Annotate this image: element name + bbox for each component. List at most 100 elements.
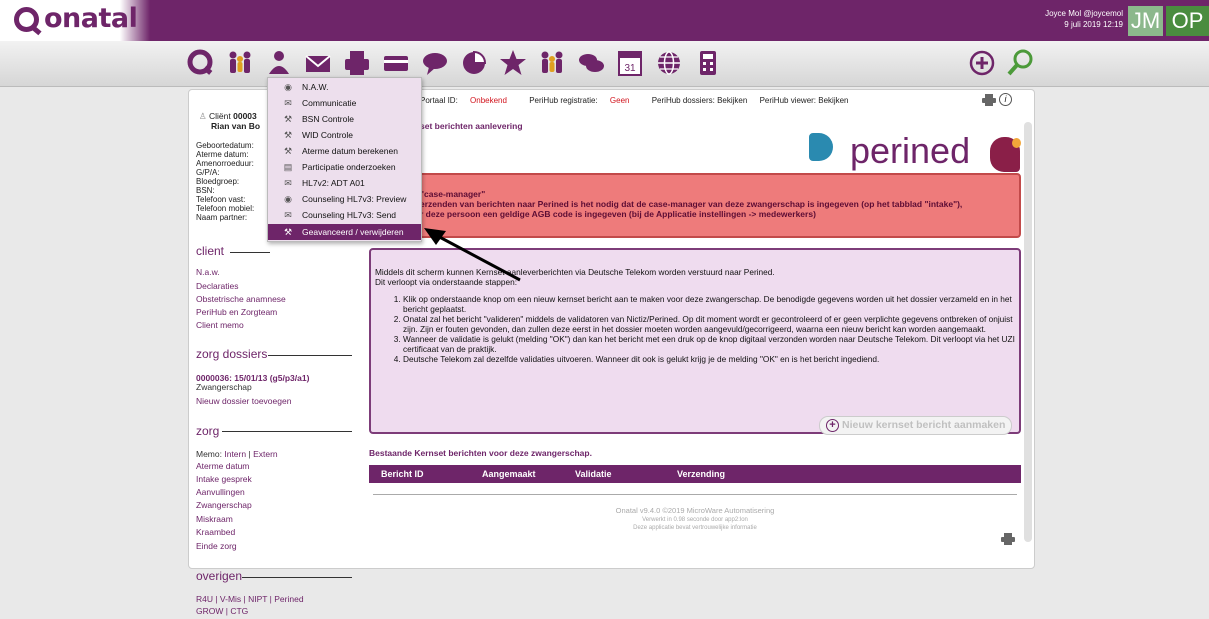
footer-timing: Verwerkt in 0.98 seconde door app2:lon xyxy=(642,517,748,523)
pie-chart-icon[interactable] xyxy=(459,48,489,78)
menu-item-hl7v2-adt-a01[interactable]: ✉ HL7v2: ADT A01 xyxy=(268,175,421,191)
sidebar-link-perihub-zorgteam[interactable]: PeriHub en Zorgteam xyxy=(196,307,277,317)
envelope-icon[interactable] xyxy=(303,48,333,78)
add-icon[interactable] xyxy=(967,48,997,78)
sidebar-link-miskraam[interactable]: Miskraam xyxy=(196,514,233,524)
zorg-section-heading: zorg xyxy=(196,424,220,438)
menu-item-bsn-controle[interactable]: ⚒ BSN Controle xyxy=(268,111,421,127)
sidebar-link-aterme-datum[interactable]: Aterme datum xyxy=(196,461,249,471)
user-initials-badge[interactable]: JM xyxy=(1128,6,1163,36)
scrollbar[interactable] xyxy=(1024,122,1032,542)
chat-icon[interactable] xyxy=(576,48,606,78)
menu-item-aterme-datum-berekenen[interactable]: ⚒ Aterme datum berekenen xyxy=(268,143,421,159)
new-kernset-label: Nieuw kernset bericht aanmaken xyxy=(842,419,1006,431)
current-datetime: 9 juli 2019 12:19 xyxy=(1064,20,1123,29)
menu-item-participatie-onderzoeken[interactable]: ▤ Participatie onderzoeken xyxy=(268,159,421,175)
memo-extern-link[interactable]: Extern xyxy=(253,449,278,459)
menu-item-geavanceerd-verwijderen[interactable]: ⚒ Geavanceerd / verwijderen xyxy=(268,224,421,240)
calendar-icon[interactable]: 31 xyxy=(615,48,645,78)
portaal-label: Portaal ID: xyxy=(420,96,458,105)
globe-icon[interactable] xyxy=(654,48,684,78)
menu-item-label: Counseling HL7v3: Send xyxy=(302,210,397,220)
logo[interactable]: onatal xyxy=(0,0,150,41)
sidebar-link-declaraties[interactable]: Declaraties xyxy=(196,281,239,291)
memo-intern-link[interactable]: Intern xyxy=(224,449,246,459)
wrench-icon: ⚒ xyxy=(283,227,293,237)
menu-item-communicatie[interactable]: ✉ Communicatie xyxy=(268,95,421,111)
menu-item-naw[interactable]: ◉ N.A.W. xyxy=(268,79,421,95)
memo-label: Memo: xyxy=(196,449,222,459)
menu-item-label: BSN Controle xyxy=(302,114,354,124)
sidebar-link-naw[interactable]: N.a.w. xyxy=(196,267,220,277)
section-divider xyxy=(230,252,270,253)
onatal-logo-icon xyxy=(14,7,39,32)
document-icon: ▤ xyxy=(283,162,293,172)
column-header-aangemaakt[interactable]: Aangemaakt xyxy=(482,469,536,479)
overigen-section-heading: overigen xyxy=(196,569,243,583)
search-icon[interactable] xyxy=(1005,48,1035,78)
menu-item-label: Counseling HL7v3: Preview xyxy=(302,194,407,204)
step-item: Onatal zal het bericht "valideren" midde… xyxy=(403,314,1015,334)
printer-icon[interactable] xyxy=(342,48,372,78)
column-header-bericht-id[interactable]: Bericht ID xyxy=(381,469,424,479)
overigen-links-row2[interactable]: GROW | CTG xyxy=(196,606,248,616)
perihub-viewer-link[interactable]: PeriHub viewer: Bekijken xyxy=(760,96,849,105)
field-naam-partner: Naam partner: xyxy=(196,213,248,222)
sidebar-link-einde-zorg[interactable]: Einde zorg xyxy=(196,541,237,551)
person-menu-icon[interactable] xyxy=(264,48,294,78)
section-divider xyxy=(268,355,352,356)
footer-confidential: Deze applicatie bevat vertrouwelijke inf… xyxy=(633,525,757,531)
print-icon[interactable] xyxy=(1001,533,1015,545)
section-divider xyxy=(242,577,352,578)
eye-icon: ◉ xyxy=(284,194,292,204)
sidebar-link-intake-gesprek[interactable]: Intake gesprek xyxy=(196,474,252,484)
sidebar-link-zwangerschap[interactable]: Zwangerschap xyxy=(196,500,252,510)
user-info: Joyce Mol @joycemol 9 juli 2019 12:19 xyxy=(1045,8,1123,30)
star-icon[interactable] xyxy=(498,48,528,78)
memo-row: Memo: Intern | Extern xyxy=(196,449,278,459)
overigen-links-row1[interactable]: R4U | V-Mis | NIPT | Perined xyxy=(196,594,304,604)
role-badge[interactable]: OP xyxy=(1166,6,1209,36)
portal-info-row: Portaal ID: Onbekend PeriHub registratie… xyxy=(420,96,859,105)
card-icon[interactable] xyxy=(381,48,411,78)
menu-item-label: HL7v2: ADT A01 xyxy=(302,178,365,188)
wrench-icon: ⚒ xyxy=(283,146,293,156)
onatal-home-icon[interactable] xyxy=(186,48,216,78)
print-icon[interactable] xyxy=(982,94,996,106)
client-label: Cliënt xyxy=(209,111,231,121)
column-header-verzending[interactable]: Verzending xyxy=(677,469,725,479)
column-header-validatie[interactable]: Validatie xyxy=(575,469,612,479)
client-id: 00003 xyxy=(233,111,257,121)
add-dossier-link[interactable]: Nieuw dossier toevoegen xyxy=(196,396,291,406)
sidebar-link-kraambed[interactable]: Kraambed xyxy=(196,527,235,537)
menu-item-label: Geavanceerd / verwijderen xyxy=(302,227,404,237)
menu-item-wid-controle[interactable]: ⚒ WID Controle xyxy=(268,127,421,143)
wrench-icon: ⚒ xyxy=(283,114,293,124)
group-icon[interactable] xyxy=(537,48,567,78)
eye-icon: ◉ xyxy=(284,82,292,92)
steps-list: Klik op onderstaande knop om een nieuw k… xyxy=(403,294,1015,365)
speech-bubble-icon[interactable] xyxy=(420,48,450,78)
sidebar-link-aanvullingen[interactable]: Aanvullingen xyxy=(196,487,245,497)
calculator-icon[interactable] xyxy=(693,48,723,78)
sidebar-link-obstetrische-anamnese[interactable]: Obstetrische anamnese xyxy=(196,294,286,304)
step-item: Klik op onderstaande knop om een nieuw k… xyxy=(403,294,1015,314)
dossier-type: Zwangerschap xyxy=(196,382,252,392)
sidebar-link-client-memo[interactable]: Client memo xyxy=(196,320,244,330)
field-bsn: BSN: xyxy=(196,186,215,195)
menu-item-counseling-preview[interactable]: ◉ Counseling HL7v3: Preview xyxy=(268,191,421,207)
logo-text: onatal xyxy=(44,3,138,34)
field-bloedgroep: Bloedgroep: xyxy=(196,177,240,186)
info-icon[interactable]: i xyxy=(999,93,1012,106)
client-name: Rian van Bo xyxy=(211,121,261,131)
field-gpa: G/P/A: xyxy=(196,168,220,177)
divider xyxy=(373,494,1017,495)
envelope-icon: ✉ xyxy=(284,98,292,108)
new-kernset-button[interactable]: + Nieuw kernset bericht aanmaken xyxy=(819,416,1012,435)
client-dropdown-menu: ◉ N.A.W. ✉ Communicatie ⚒ BSN Controle ⚒ WID… xyxy=(267,77,422,242)
step-item: Deutsche Telekom zal dezelfde validaties… xyxy=(403,354,1015,365)
menu-item-counseling-send[interactable]: ✉ Counseling HL7v3: Send xyxy=(268,207,421,223)
perihub-dossiers-link[interactable]: PeriHub dossiers: Bekijken xyxy=(652,96,748,105)
people-icon[interactable] xyxy=(225,48,255,78)
footer: Onatal v9.4.0 ©2019 MicroWare Automatise… xyxy=(373,506,1017,532)
